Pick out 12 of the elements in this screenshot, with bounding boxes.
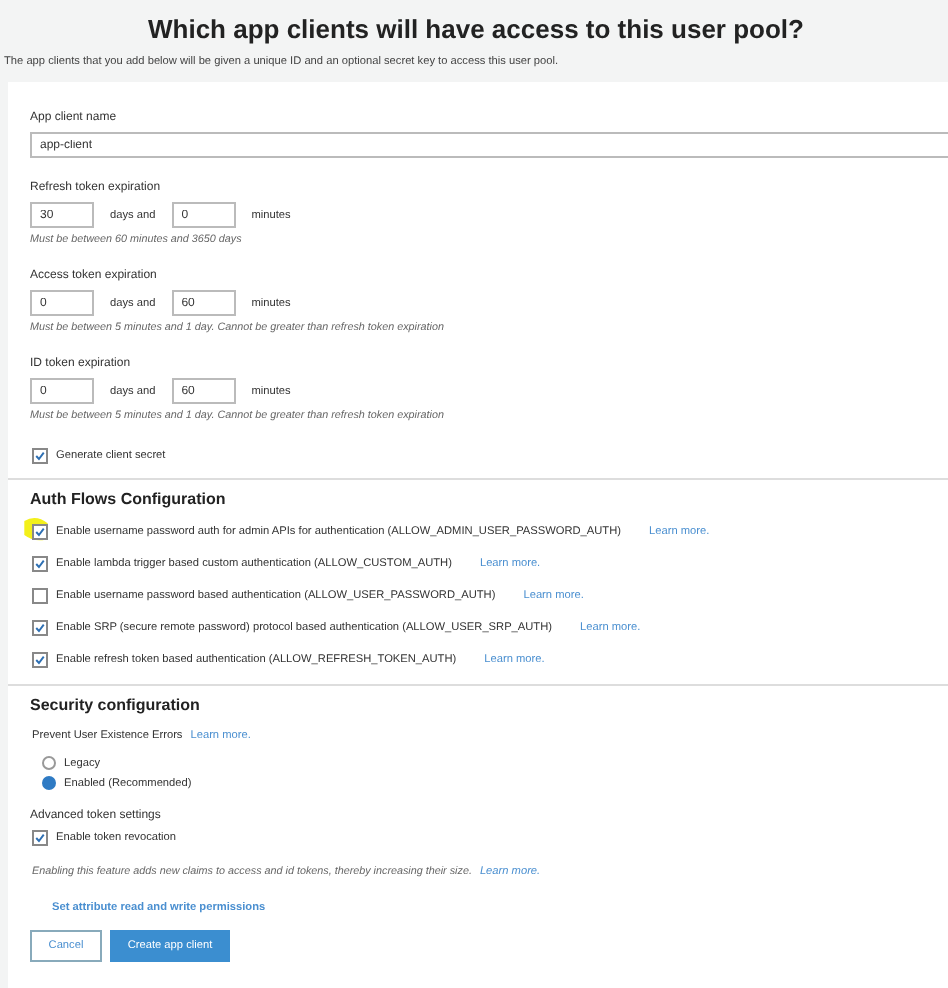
checkbox[interactable] <box>32 556 48 572</box>
section-title: Security configuration <box>30 696 202 714</box>
section-title: Auth Flows Configuration <box>30 490 228 508</box>
checkbox[interactable] <box>32 830 48 846</box>
checkbox[interactable] <box>32 620 48 636</box>
radio-button[interactable] <box>42 756 56 770</box>
checkbox[interactable] <box>32 448 48 464</box>
checkbox[interactable] <box>32 652 48 668</box>
checkbox[interactable] <box>32 588 48 604</box>
radio-button[interactable] <box>42 776 56 790</box>
checkbox[interactable] <box>32 524 48 540</box>
page-title: Which app clients will have access to this user pool? <box>146 14 806 44</box>
